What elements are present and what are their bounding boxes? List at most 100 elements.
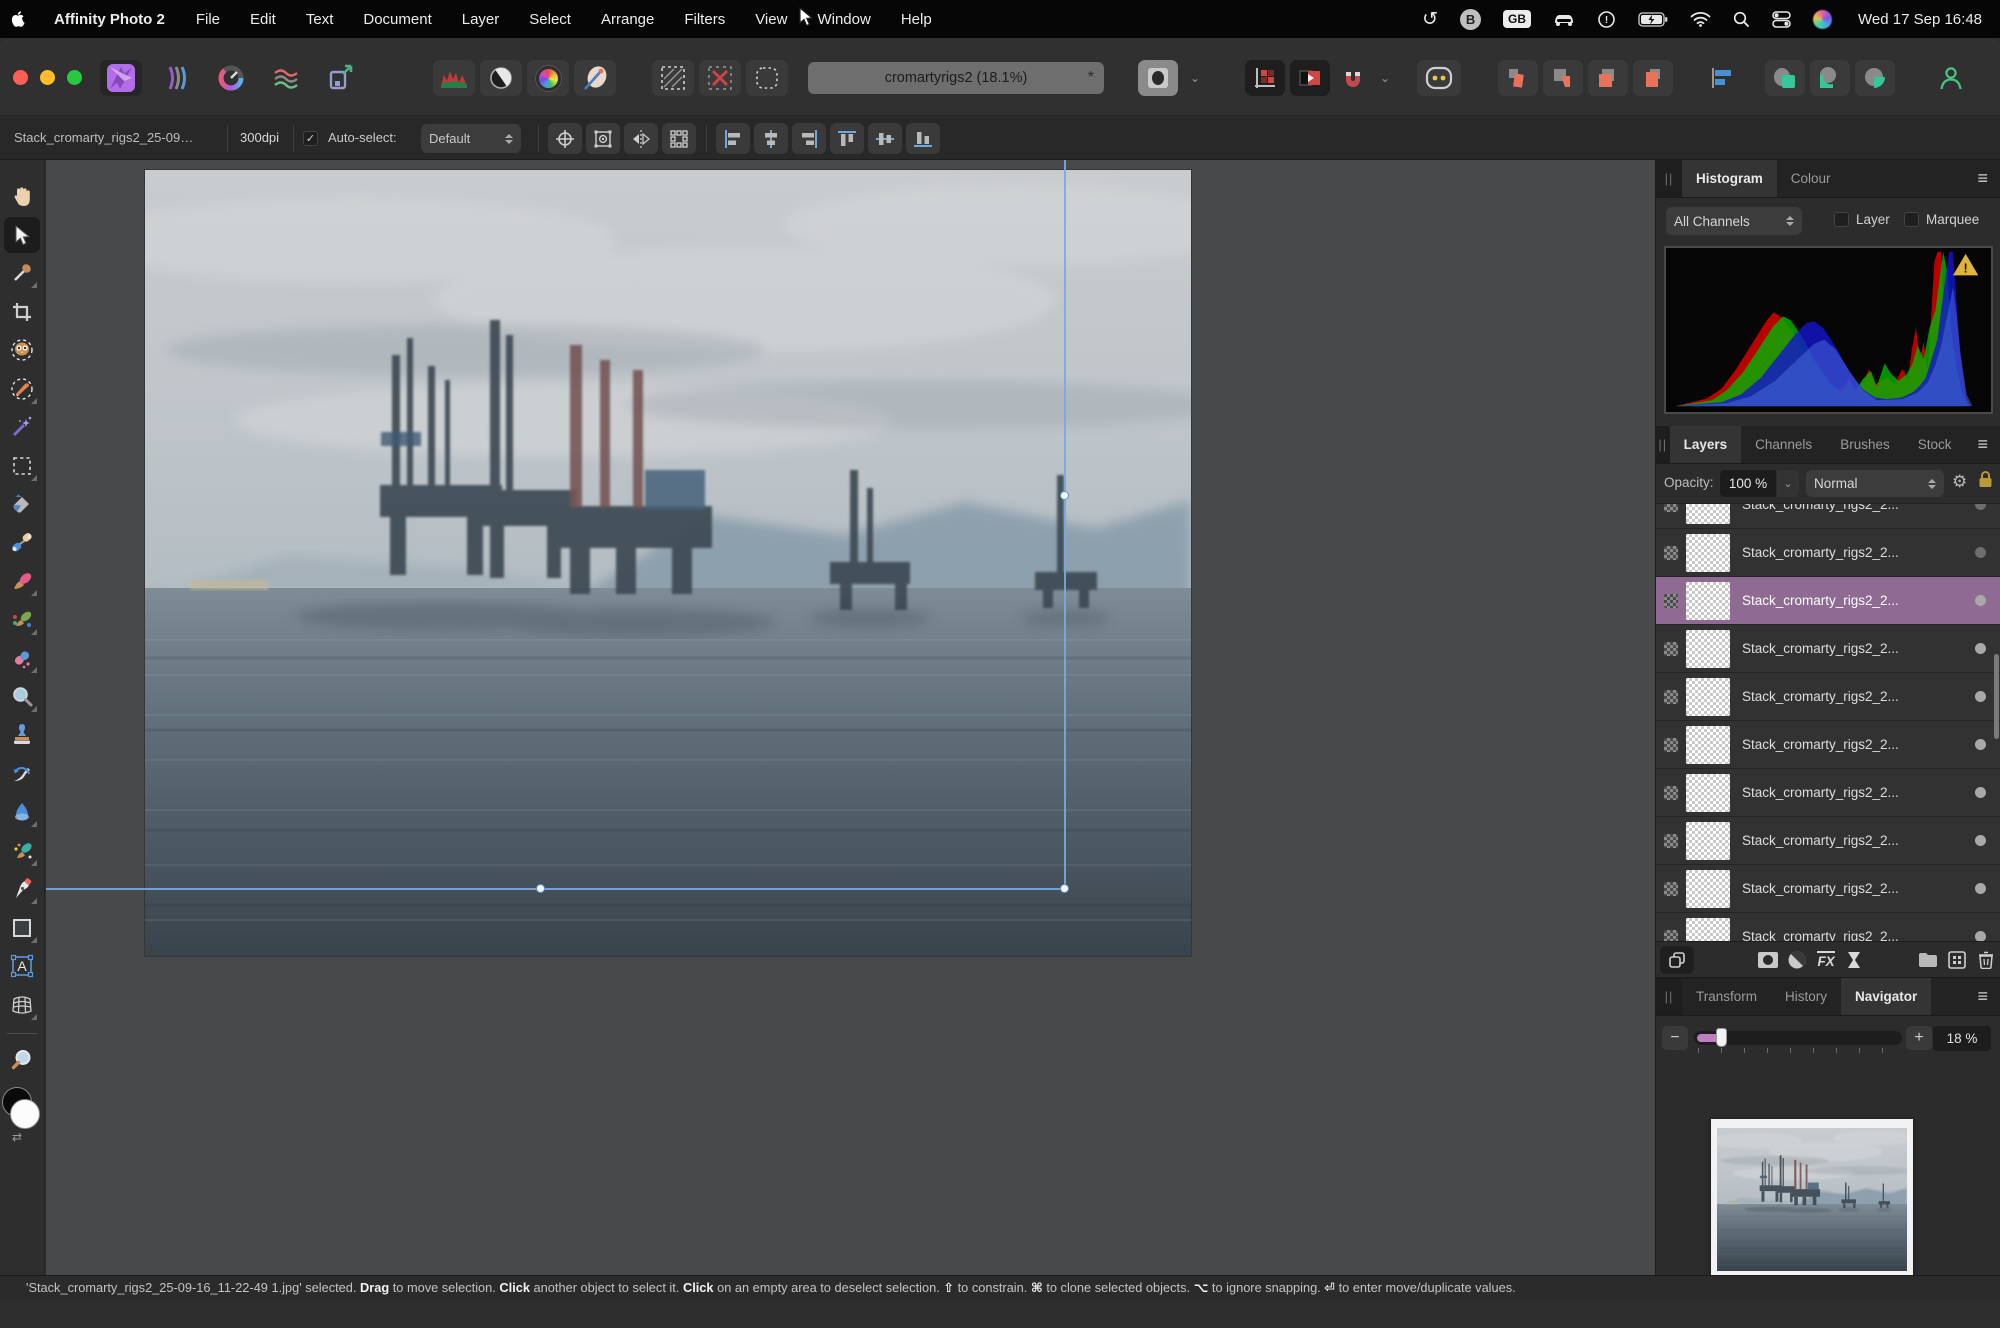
canvas-viewport[interactable] xyxy=(46,160,1655,1275)
window-zoom-button[interactable] xyxy=(67,70,82,85)
foreground-colour-swatch[interactable] xyxy=(10,1099,40,1129)
layer-visibility-dot[interactable] xyxy=(1975,643,1986,654)
mask-layer-button[interactable] xyxy=(1138,60,1178,96)
layer-drag-handle[interactable] xyxy=(1664,690,1678,704)
layer-thumbnail[interactable] xyxy=(1686,630,1730,668)
invert-selection-button[interactable] xyxy=(746,60,788,96)
layer-drag-handle[interactable] xyxy=(1664,834,1678,848)
auto-select-mode-dropdown[interactable]: Default xyxy=(421,124,521,153)
layers-list[interactable]: Stack_cromarty_rigs2_2... Stack_cromarty… xyxy=(1656,504,2000,941)
mask-layer-button-panel[interactable] xyxy=(1754,942,1783,977)
new-group-button[interactable] xyxy=(1912,942,1942,977)
layer-row[interactable]: Stack_cromarty_rigs2_2... xyxy=(1656,817,2000,865)
move-tool[interactable] xyxy=(4,217,40,253)
selection-brush-tool[interactable] xyxy=(4,332,40,368)
tab-histogram[interactable]: Histogram xyxy=(1682,160,1777,197)
tab-layers[interactable]: Layers xyxy=(1670,426,1742,463)
time-machine-icon[interactable]: ↺ xyxy=(1411,0,1449,38)
cycle-selection-box-button[interactable] xyxy=(586,123,620,154)
layer-thumbnail[interactable] xyxy=(1686,534,1730,572)
colour-swatches[interactable]: ⇄ xyxy=(2,1087,42,1145)
align-right-button[interactable] xyxy=(792,123,826,154)
align-middle-button[interactable] xyxy=(868,123,902,154)
menu-help[interactable]: Help xyxy=(886,11,947,28)
selection-edge-vertical[interactable] xyxy=(1064,160,1066,890)
document-image[interactable] xyxy=(145,170,1191,956)
selection-handle-corner[interactable] xyxy=(1060,884,1069,893)
layer-row[interactable]: Stack_cromarty_rigs2_2... xyxy=(1656,625,2000,673)
pen-tool[interactable] xyxy=(4,871,40,907)
zoom-slider[interactable] xyxy=(1694,1031,1902,1045)
panel-grip[interactable]: || xyxy=(1656,160,1682,197)
menu-edit[interactable]: Edit xyxy=(235,11,291,28)
new-layer-button[interactable] xyxy=(1943,942,1972,977)
photo-persona-button[interactable] xyxy=(100,60,142,96)
menu-file[interactable]: File xyxy=(181,11,235,28)
show-handles-button[interactable] xyxy=(662,123,696,154)
boolean-intersect-button[interactable] xyxy=(1855,60,1895,96)
align-center-button[interactable] xyxy=(754,123,788,154)
document-title-menu[interactable]: cromartyrigs2 (18.1%) * xyxy=(808,62,1104,94)
layer-row[interactable]: Stack_cromarty_rigs2_2... xyxy=(1656,769,2000,817)
layer-drag-handle[interactable] xyxy=(1664,738,1678,752)
layer-lock-icon[interactable] xyxy=(1978,470,1993,488)
flip-horizontal-button[interactable] xyxy=(624,123,658,154)
edit-all-layers-button[interactable] xyxy=(1660,946,1694,974)
layer-drag-handle[interactable] xyxy=(1664,930,1678,942)
menu-document[interactable]: Document xyxy=(348,11,446,28)
layer-settings-gear-icon[interactable]: ⚙ xyxy=(1952,472,1967,492)
colour-picker-tool[interactable] xyxy=(4,255,40,291)
layer-drag-handle[interactable] xyxy=(1664,504,1678,512)
opacity-chevron[interactable]: ⌄ xyxy=(1777,470,1799,497)
layer-row[interactable]: Stack_cromarty_rigs2_2... xyxy=(1656,913,2000,941)
layer-drag-handle[interactable] xyxy=(1664,882,1678,896)
alignment-button[interactable] xyxy=(1700,60,1744,96)
move-backward-button[interactable] xyxy=(1588,60,1628,96)
blur-brush-tool[interactable] xyxy=(4,794,40,830)
layer-thumbnail[interactable] xyxy=(1686,774,1730,812)
tone-mapping-persona-button[interactable] xyxy=(265,60,307,96)
window-close-button[interactable] xyxy=(13,70,28,85)
clone-brush-tool[interactable] xyxy=(4,717,40,753)
layer-visibility-dot[interactable] xyxy=(1975,739,1986,750)
layer-visibility-dot[interactable] xyxy=(1975,931,1986,941)
apple-menu[interactable] xyxy=(0,0,38,38)
auto-colour-button[interactable] xyxy=(527,60,569,96)
deselect-button[interactable] xyxy=(699,60,741,96)
panel-grip[interactable]: || xyxy=(1656,978,1682,1015)
panel-grip[interactable]: || xyxy=(1656,426,1670,463)
layer-thumbnail[interactable] xyxy=(1686,582,1730,620)
tab-history[interactable]: History xyxy=(1771,978,1841,1015)
control-center-icon[interactable] xyxy=(1761,0,1802,38)
select-all-button[interactable] xyxy=(652,60,694,96)
align-top-button[interactable] xyxy=(830,123,864,154)
marquee-select-tool[interactable] xyxy=(4,448,40,484)
menu-text[interactable]: Text xyxy=(291,11,349,28)
layer-thumbnail[interactable] xyxy=(1686,918,1730,942)
snapping-options-chevron[interactable]: ⌄ xyxy=(1374,60,1396,96)
spotlight-icon[interactable] xyxy=(1722,0,1761,38)
selection-edge-horizontal[interactable] xyxy=(46,888,1065,890)
zoom-value[interactable]: 18 % xyxy=(1933,1026,1991,1051)
dodge-brush-tool[interactable] xyxy=(4,679,40,715)
input-source-menu[interactable]: GB xyxy=(1492,0,1542,38)
layer-thumbnail[interactable] xyxy=(1686,726,1730,764)
tab-transform[interactable]: Transform xyxy=(1682,978,1771,1015)
layer-drag-handle[interactable] xyxy=(1664,642,1678,656)
carplay-icon[interactable] xyxy=(1542,0,1586,38)
layer-visibility-dot[interactable] xyxy=(1975,691,1986,702)
move-to-front-button[interactable] xyxy=(1498,60,1538,96)
erase-brush-tool[interactable] xyxy=(4,640,40,676)
blend-mode-dropdown[interactable]: Normal xyxy=(1806,470,1944,497)
layer-drag-handle[interactable] xyxy=(1664,546,1678,560)
smudge-brush-tool[interactable] xyxy=(4,833,40,869)
export-persona-button[interactable] xyxy=(320,60,362,96)
zoom-out-button[interactable]: − xyxy=(1662,1026,1688,1050)
update-status-icon[interactable]: ! xyxy=(1586,0,1627,38)
undo-brush-tool[interactable] xyxy=(4,756,40,792)
zoom-tool[interactable] xyxy=(4,1042,40,1078)
layer-thumbnail[interactable] xyxy=(1686,870,1730,908)
swap-colours-icon[interactable]: ⇄ xyxy=(12,1130,22,1144)
layer-row[interactable]: Stack_cromarty_rigs2_2... xyxy=(1656,721,2000,769)
window-minimize-button[interactable] xyxy=(40,70,55,85)
